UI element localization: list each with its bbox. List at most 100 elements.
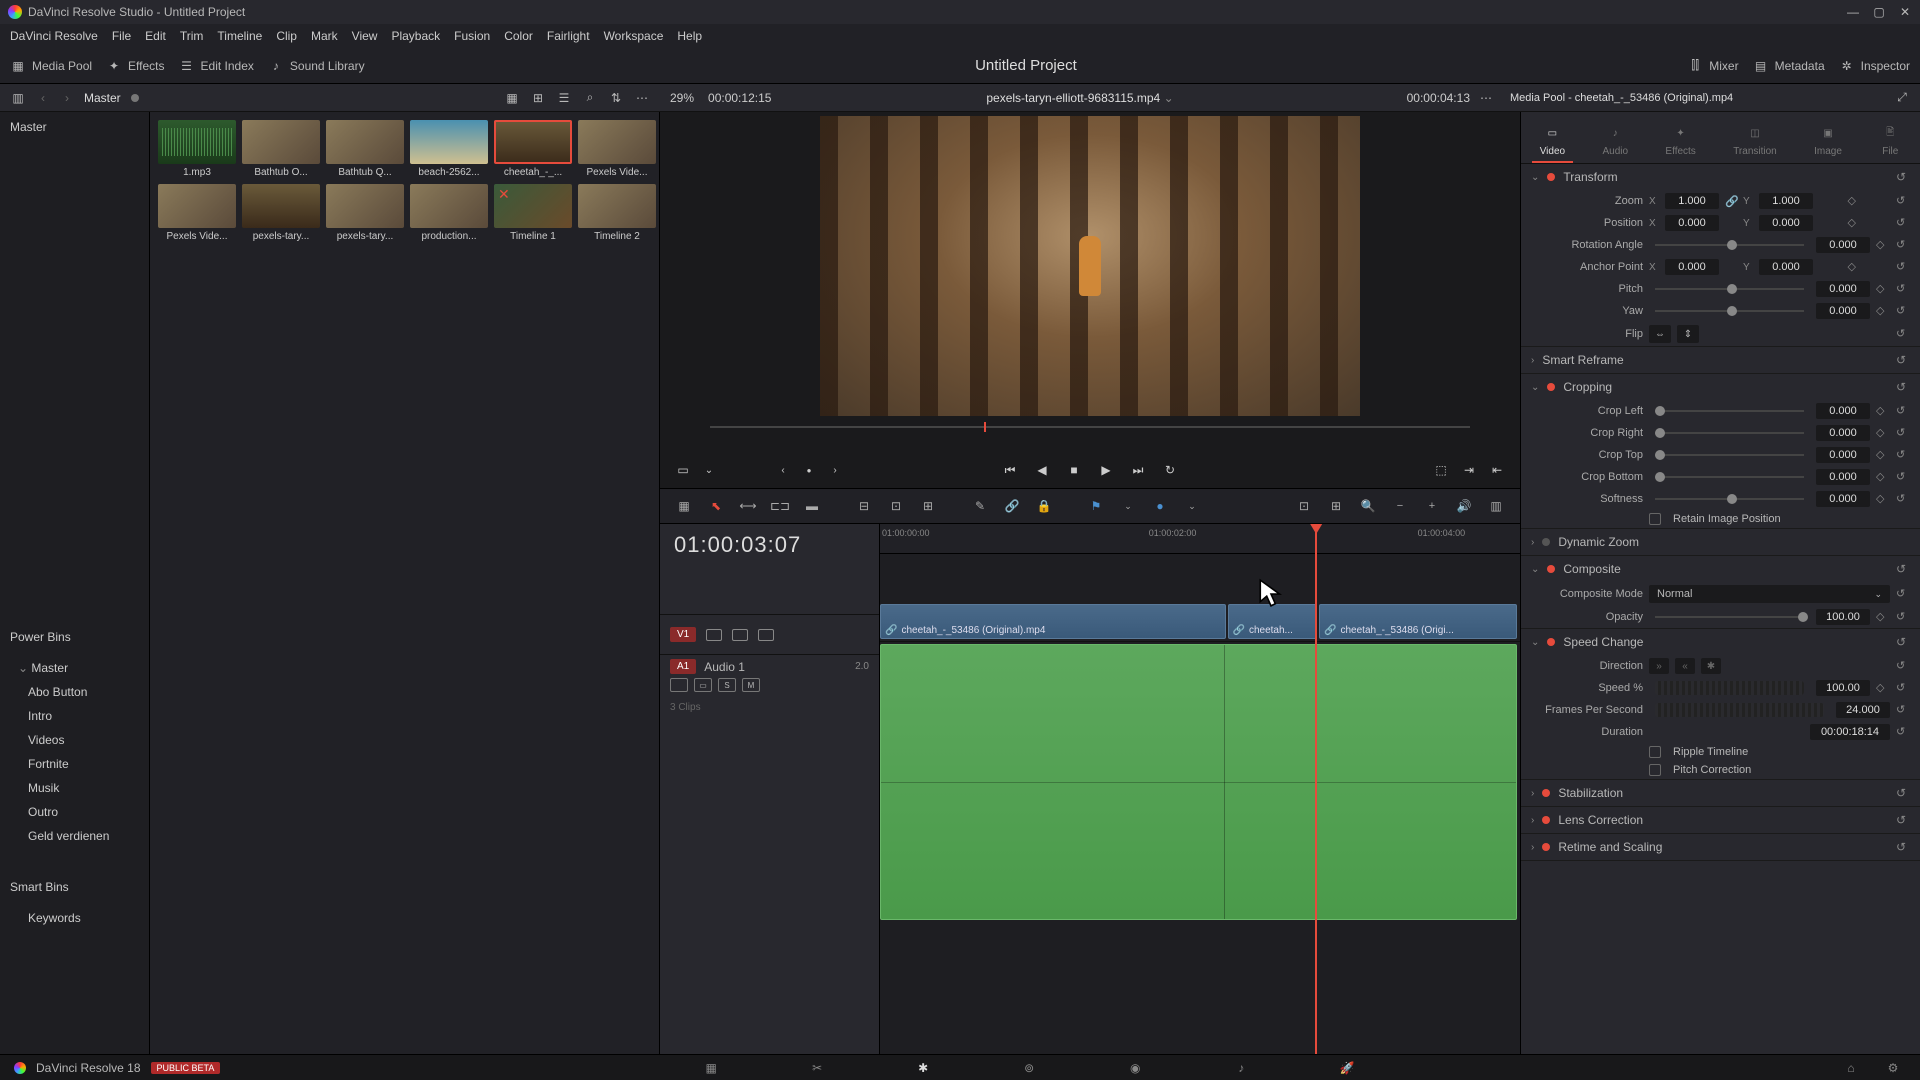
thumb-view-icon[interactable]: ▦: [504, 90, 520, 106]
crop-top-slider[interactable]: [1655, 454, 1804, 456]
media-page-icon[interactable]: ▦: [698, 1059, 724, 1077]
opacity-slider[interactable]: [1655, 616, 1804, 618]
overwrite-clip-icon[interactable]: ⊡: [886, 496, 906, 516]
fps-wheel[interactable]: [1655, 703, 1824, 717]
bin-item[interactable]: Fortnite: [0, 752, 149, 776]
zoom-detail-icon[interactable]: ⊞: [1326, 496, 1346, 516]
timeline-view-icon[interactable]: ▦: [674, 496, 694, 516]
kf-icon[interactable]: ◇: [1876, 282, 1890, 296]
color-page-icon[interactable]: ◉: [1122, 1059, 1148, 1077]
timeline-timecode[interactable]: 01:00:03:07: [660, 524, 879, 566]
disable-track-icon[interactable]: [758, 629, 774, 641]
flip-v-button[interactable]: ⇕: [1677, 325, 1699, 343]
view-mode-chevron-icon[interactable]: ⌄: [700, 461, 718, 479]
inspector-toggle[interactable]: ✲Inspector: [1839, 58, 1910, 74]
reset-icon[interactable]: ↺: [1896, 380, 1910, 394]
lock-audio-icon[interactable]: [670, 678, 688, 692]
nav-fwd-icon[interactable]: ›: [60, 88, 74, 108]
menu-item[interactable]: File: [112, 29, 131, 43]
auto-select-icon[interactable]: [732, 629, 748, 641]
anchor-y-field[interactable]: 0.000: [1759, 259, 1813, 275]
crop-right-field[interactable]: 0.000: [1816, 425, 1870, 441]
pos-x-field[interactable]: 0.000: [1665, 215, 1719, 231]
effects-toggle[interactable]: ✦Effects: [106, 58, 164, 74]
video-track-header[interactable]: V1: [660, 614, 879, 654]
zoom-y-field[interactable]: 1.000: [1759, 193, 1813, 209]
lens-correction-header[interactable]: ›Lens Correction↺: [1521, 807, 1920, 833]
bin-item[interactable]: Musik: [0, 776, 149, 800]
prev-frame-icon[interactable]: ◀: [1033, 461, 1051, 479]
menu-item[interactable]: Color: [504, 29, 533, 43]
last-frame-icon[interactable]: ⏭: [1129, 461, 1147, 479]
composite-mode-select[interactable]: Normal⌄: [1649, 585, 1890, 603]
inspector-tab-video[interactable]: ▭Video: [1532, 120, 1573, 163]
flag-chevron-icon[interactable]: ⌄: [1118, 496, 1138, 516]
rotation-slider[interactable]: [1655, 244, 1804, 246]
kf-icon[interactable]: ◇: [1876, 238, 1890, 252]
reset-icon[interactable]: ↺: [1896, 194, 1910, 208]
bin-item[interactable]: Geld verdienen: [0, 824, 149, 848]
dynamic-trim-icon[interactable]: ⊏⊐: [770, 496, 790, 516]
reset-icon[interactable]: ↺: [1896, 353, 1910, 367]
v1-badge[interactable]: V1: [670, 627, 696, 642]
kf-icon[interactable]: ◇: [1848, 216, 1862, 230]
menu-item[interactable]: Help: [677, 29, 702, 43]
pitch-correction-checkbox[interactable]: [1649, 764, 1661, 776]
media-clip-thumb[interactable]: 1.mp3: [158, 120, 236, 178]
media-clip-thumb[interactable]: production...: [410, 184, 488, 242]
inspector-tab-transition[interactable]: ◫Transition: [1725, 120, 1785, 163]
reset-icon[interactable]: ↺: [1896, 216, 1910, 230]
edit-index-toggle[interactable]: ☰Edit Index: [179, 58, 254, 74]
reset-icon[interactable]: ↺: [1896, 260, 1910, 274]
maximize-button[interactable]: ▢: [1872, 5, 1886, 19]
master-bin[interactable]: Master: [0, 112, 149, 142]
zoom-fit-icon[interactable]: ⊡: [1294, 496, 1314, 516]
minimize-button[interactable]: —: [1846, 5, 1860, 19]
zoom-in-icon[interactable]: +: [1422, 496, 1442, 516]
menu-item[interactable]: Workspace: [604, 29, 664, 43]
search-icon[interactable]: ⌕: [582, 90, 598, 106]
inspector-tab-file[interactable]: 🖹File: [1871, 120, 1909, 163]
yaw-field[interactable]: 0.000: [1816, 303, 1870, 319]
retime-header[interactable]: ›Retime and Scaling↺: [1521, 834, 1920, 860]
crop-right-slider[interactable]: [1655, 432, 1804, 434]
blade-edit-icon[interactable]: ✎: [970, 496, 990, 516]
grid-view-icon[interactable]: ⊞: [530, 90, 546, 106]
expand-icon[interactable]: ⤢: [1894, 90, 1910, 106]
media-clip-thumb[interactable]: Pexels Vide...: [158, 184, 236, 242]
crop-left-field[interactable]: 0.000: [1816, 403, 1870, 419]
viewer-canvas[interactable]: [820, 116, 1360, 416]
media-clip-thumb[interactable]: pexels-tary...: [326, 184, 404, 242]
lock-track-icon[interactable]: [706, 629, 722, 641]
ripple-checkbox[interactable]: [1649, 746, 1661, 758]
pitch-field[interactable]: 0.000: [1816, 281, 1870, 297]
mute-icon[interactable]: M: [742, 678, 760, 692]
media-clip-thumb[interactable]: cheetah_-_...: [494, 120, 572, 178]
opacity-field[interactable]: 100.00: [1816, 609, 1870, 625]
link-xy-icon[interactable]: 🔗: [1725, 195, 1737, 208]
stabilization-header[interactable]: ›Stabilization↺: [1521, 780, 1920, 806]
menu-item[interactable]: DaVinci Resolve: [10, 29, 98, 43]
softness-slider[interactable]: [1655, 498, 1804, 500]
stop-icon[interactable]: ■: [1065, 461, 1083, 479]
media-clip-thumb[interactable]: Timeline 1: [494, 184, 572, 242]
prev-edit-icon[interactable]: ‹: [774, 461, 792, 479]
menu-item[interactable]: Edit: [145, 29, 166, 43]
zoom-x-field[interactable]: 1.000: [1665, 193, 1719, 209]
media-clip-thumb[interactable]: pexels-tary...: [242, 184, 320, 242]
a1-badge[interactable]: A1: [670, 659, 696, 674]
close-button[interactable]: ✕: [1898, 5, 1912, 19]
zoom-custom-icon[interactable]: 🔍: [1358, 496, 1378, 516]
media-clip-thumb[interactable]: beach-2562...: [410, 120, 488, 178]
transform-header[interactable]: ⌄Transform↺: [1521, 164, 1920, 190]
viewer-scrubber[interactable]: [710, 420, 1470, 434]
fairlight-page-icon[interactable]: ♪: [1228, 1059, 1254, 1077]
inspector-tab-audio[interactable]: ♪Audio: [1594, 120, 1636, 163]
more-icon[interactable]: ⋯: [634, 90, 650, 106]
bin-item[interactable]: Outro: [0, 800, 149, 824]
cropping-header[interactable]: ⌄Cropping↺: [1521, 374, 1920, 400]
sort-icon[interactable]: ⇅: [608, 90, 624, 106]
marker-icon[interactable]: ●: [1150, 496, 1170, 516]
media-clip-thumb[interactable]: Timeline 2: [578, 184, 656, 242]
media-pool-toggle[interactable]: ▦Media Pool: [10, 58, 92, 74]
